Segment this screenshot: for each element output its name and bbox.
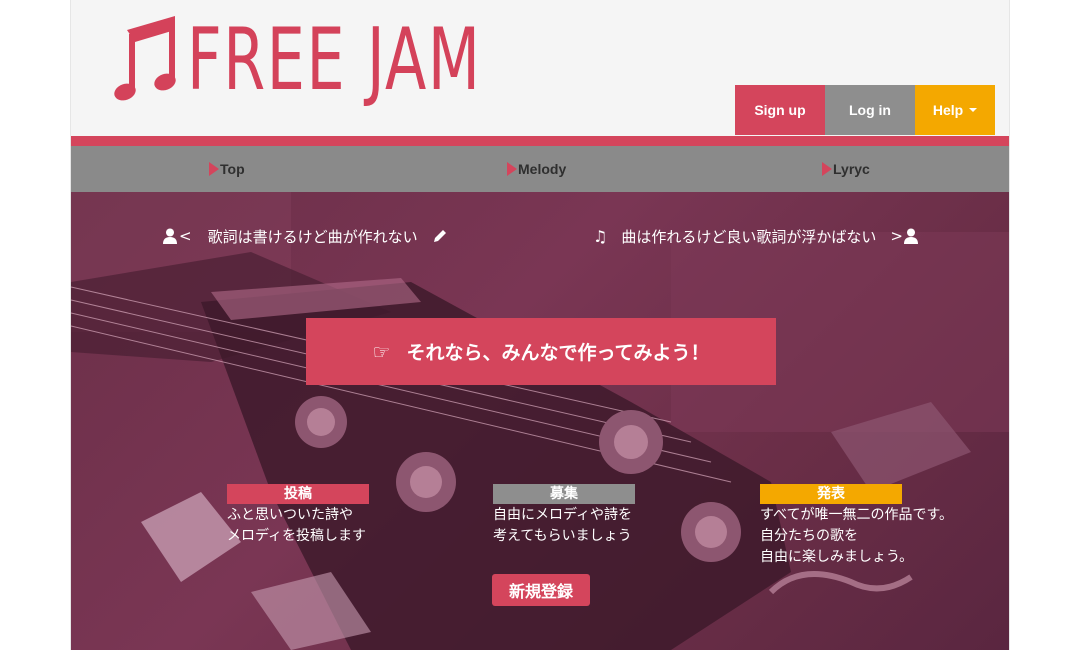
brand-name: FREE JAM [187, 10, 482, 110]
login-label: Log in [849, 102, 891, 118]
cta-button[interactable]: ☞ それなら、みんなで作ってみよう！ [306, 318, 776, 385]
logo[interactable]: FREE JAM [113, 10, 565, 110]
composer-text: 曲は作れるけど良い歌詞が浮かばない [621, 227, 877, 246]
register-button[interactable]: 新規登録 [492, 574, 590, 606]
feature-text-line: ふと思いついた詩や [227, 507, 353, 523]
pencil-icon [433, 230, 446, 242]
triangle-right-icon [822, 162, 832, 176]
greater-than-symbol: > [890, 227, 903, 245]
less-than-symbol: < [179, 227, 192, 245]
signup-label: Sign up [754, 102, 806, 118]
nav-item-melody[interactable]: Melody [507, 146, 566, 192]
user-icon [903, 228, 918, 244]
help-label: Help [932, 102, 964, 118]
feature-recruit: 募集 自由にメロディや詩を 考えてもらいましょう [493, 484, 733, 547]
nav-item-lyric[interactable]: Lyryc [822, 146, 870, 192]
lyricist-text: 歌詞は書けるけど曲が作れない [207, 227, 418, 246]
feature-text-line: すべてが唯一無二の作品です。 [760, 507, 954, 523]
cta-label: それなら、みんなで作ってみよう！ [406, 342, 710, 364]
nav-item-label: Lyryc [833, 161, 870, 177]
feature-text-line: メロディを投稿します [227, 528, 367, 544]
header: FREE JAM Sign up Log in Help [71, 0, 1009, 136]
music-note-icon [114, 16, 176, 101]
feature-label: 発表 [760, 484, 902, 504]
nav-item-top[interactable]: Top [209, 146, 245, 192]
page: FREE JAM Sign up Log in Help Top Melody [70, 0, 1010, 650]
feature-text-line: 考えてもらいましょう [493, 528, 632, 544]
pointing-hand-icon: ☞ [372, 339, 391, 364]
composer-tagline: ♫ 曲は作れるけど良い歌詞が浮かばない > [593, 222, 918, 250]
triangle-right-icon [209, 162, 219, 176]
help-dropdown-button[interactable]: Help [915, 85, 995, 135]
feature-label: 投稿 [227, 484, 369, 504]
feature-publish: 発表 すべてが唯一無二の作品です。 自分たちの歌を 自由に楽しみましょう。 [760, 484, 1000, 568]
lyricist-tagline: < 歌詞は書けるけど曲が作れない [163, 222, 448, 250]
triangle-right-icon [507, 162, 517, 176]
music-note-icon: ♫ [593, 226, 608, 246]
caret-down-icon [969, 108, 978, 112]
main-nav: Top Melody Lyryc [71, 146, 1009, 192]
auth-buttons: Sign up Log in Help [735, 85, 995, 135]
feature-label: 募集 [493, 484, 635, 504]
hero-section: < 歌詞は書けるけど曲が作れない ♫ 曲は作れるけど良い歌詞が浮かばない > ☞… [71, 192, 1009, 650]
register-label: 新規登録 [508, 582, 573, 601]
feature-text-line: 自由にメロディや詩を [493, 507, 633, 523]
feature-post: 投稿 ふと思いついた詩や メロディを投稿します [227, 484, 467, 547]
feature-text-line: 自分たちの歌を [760, 528, 858, 544]
header-divider [71, 136, 1009, 146]
feature-text-line: 自由に楽しみましょう。 [760, 549, 914, 565]
login-button[interactable]: Log in [825, 85, 915, 135]
user-icon [163, 228, 177, 244]
nav-item-label: Melody [518, 161, 567, 177]
nav-item-label: Top [220, 161, 245, 177]
signup-button[interactable]: Sign up [735, 85, 825, 135]
